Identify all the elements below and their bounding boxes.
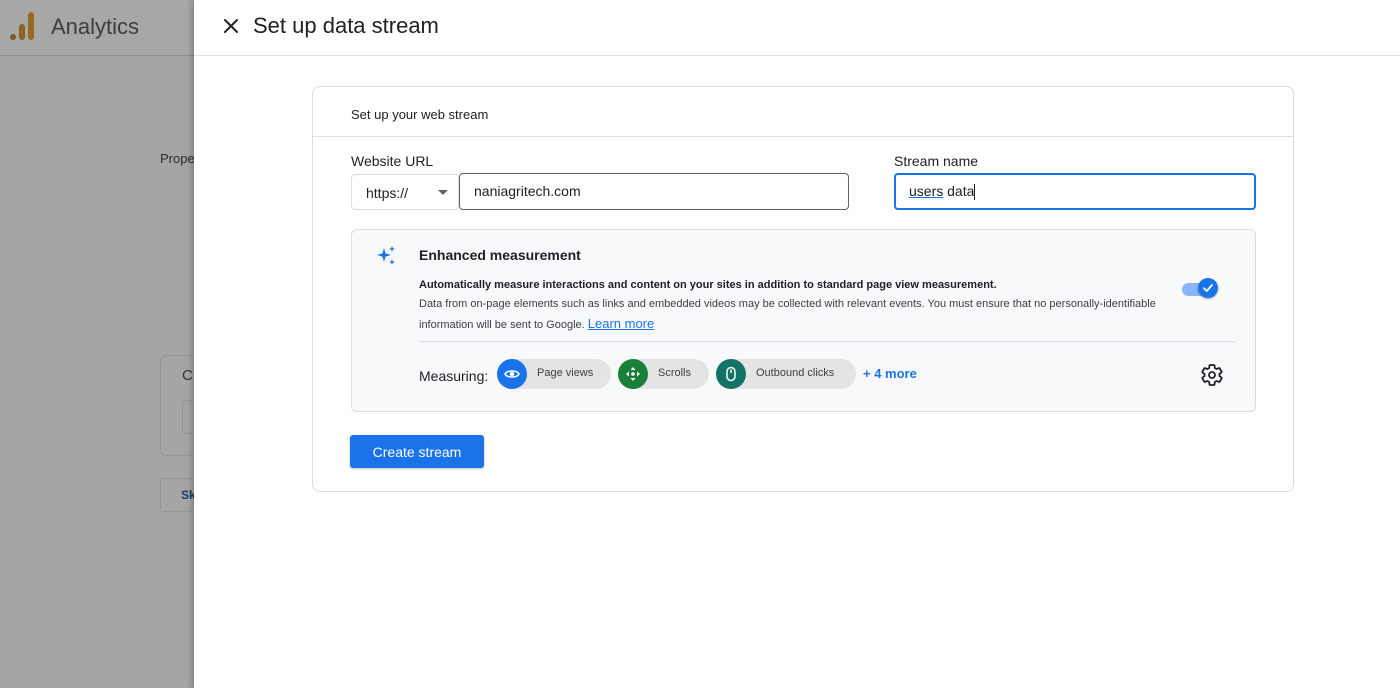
website-url-label: Website URL — [351, 153, 434, 169]
chip-page-views: Page views — [497, 359, 611, 389]
drawer-title: Set up data stream — [253, 13, 439, 38]
sparkle-icon — [377, 246, 395, 265]
enhanced-measurement-summary: Automatically measure interactions and c… — [419, 279, 997, 291]
dropdown-arrow-icon — [438, 190, 448, 195]
divider — [419, 341, 1235, 342]
gear-icon[interactable] — [1200, 363, 1224, 387]
more-measurements-link[interactable]: + 4 more — [863, 366, 917, 381]
enhanced-measurement-toggle[interactable] — [1182, 278, 1218, 300]
setup-drawer: Set up data stream Set up your web strea… — [194, 0, 1400, 688]
website-url-input[interactable]: naniagritech.com — [459, 173, 849, 210]
text-cursor — [974, 184, 976, 201]
enhanced-measurement-title: Enhanced measurement — [419, 247, 581, 263]
chip-icon-circle — [716, 359, 746, 389]
close-button[interactable] — [216, 12, 246, 42]
card-header: Set up your web stream — [313, 87, 1293, 137]
card-heading: Set up your web stream — [351, 107, 489, 122]
toggle-knob — [1198, 278, 1218, 298]
chip-outbound-clicks: Outbound clicks — [716, 359, 856, 389]
enhanced-measurement-panel: Enhanced measurement Automatically measu… — [351, 229, 1256, 412]
background-property-text: Prope — [160, 151, 195, 166]
website-url-value: naniagritech.com — [474, 183, 581, 199]
analytics-logo-icon — [10, 12, 36, 40]
chip-label: Scrolls — [658, 367, 692, 379]
web-stream-card: Set up your web stream Website URL https… — [312, 86, 1294, 492]
background-card-text: C — [182, 367, 193, 384]
enhanced-measurement-description: Data from on-page elements such as links… — [419, 295, 1159, 335]
measuring-label: Measuring: — [419, 368, 489, 384]
chip-label: Outbound clicks — [756, 367, 835, 379]
scroll-arrows-icon — [626, 367, 640, 381]
description-text: Data from on-page elements such as links… — [419, 298, 1156, 331]
eye-icon — [504, 370, 520, 378]
chip-scrolls: Scrolls — [618, 359, 709, 389]
chip-label: Page views — [537, 367, 594, 379]
stream-name-label: Stream name — [894, 153, 979, 169]
protocol-value: https:// — [366, 185, 409, 201]
drawer-header: Set up data stream — [194, 0, 1400, 56]
chip-icon-circle — [497, 359, 527, 389]
check-icon — [1203, 284, 1213, 292]
app-title: Analytics — [51, 14, 140, 39]
protocol-select[interactable]: https:// — [351, 174, 459, 210]
stream-name-input[interactable]: users data — [894, 173, 1256, 210]
learn-more-link[interactable]: Learn more — [588, 316, 654, 331]
close-icon — [224, 19, 238, 33]
stream-name-value-part1: users — [909, 183, 944, 199]
create-stream-button[interactable]: Create stream — [350, 435, 484, 468]
mouse-icon — [726, 366, 736, 382]
chip-icon-circle — [618, 359, 648, 389]
stream-name-value-part2: data — [943, 183, 975, 199]
